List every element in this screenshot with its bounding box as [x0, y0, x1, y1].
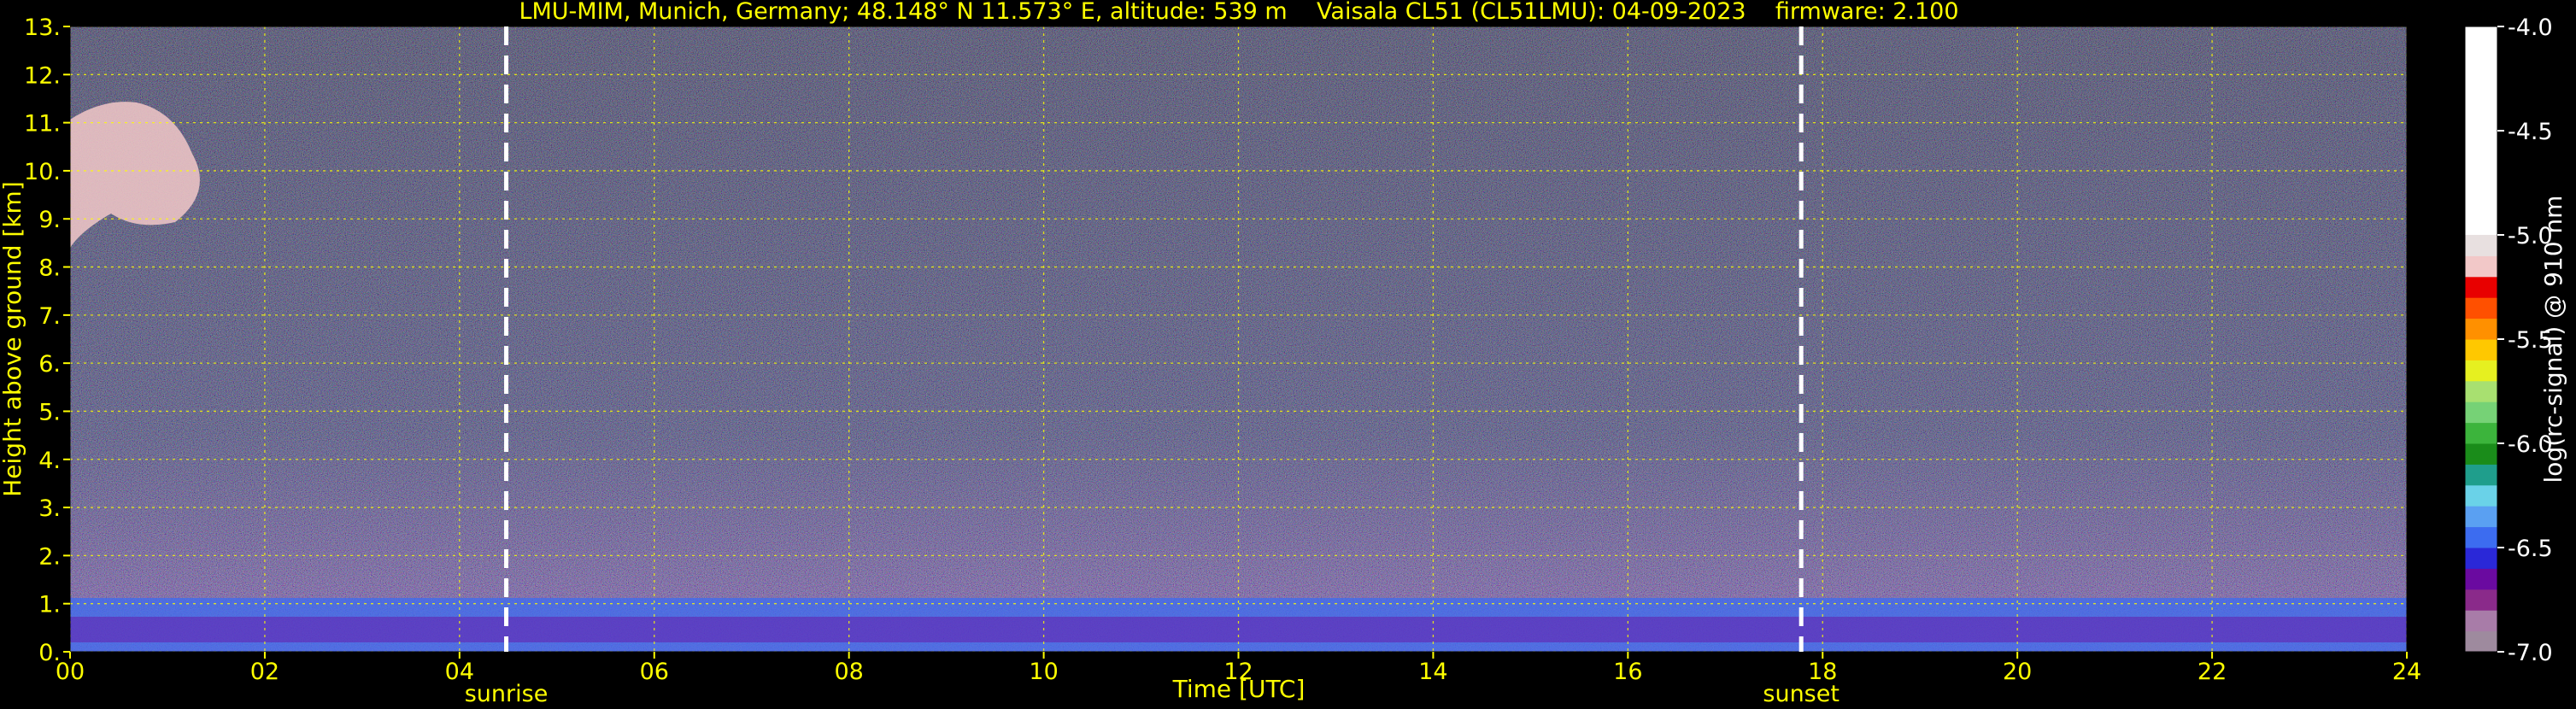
- chart-title: LMU-MIM, Munich, Germany; 48.148° N 11.5…: [519, 0, 1958, 25]
- colorbar-segment: [2465, 422, 2497, 444]
- x-tick-label: 02: [250, 659, 279, 685]
- colorbar-segment: [2465, 589, 2497, 611]
- x-tick-label: 24: [2392, 659, 2421, 685]
- colorbar-segment: [2465, 235, 2497, 256]
- colorbar-segment: [2465, 610, 2497, 632]
- colorbar-segment: [2465, 26, 2497, 235]
- colorbar-segment: [2465, 443, 2497, 465]
- y-tick-label: 10.: [24, 159, 61, 185]
- colorbar-segment: [2465, 339, 2497, 360]
- y-tick-label: 4.: [38, 448, 61, 474]
- colorbar-tick-label: -4.5: [2508, 119, 2553, 145]
- colorbar-segment: [2465, 568, 2497, 590]
- colorbar-tick-label: -7.0: [2508, 640, 2553, 666]
- plot-area: [70, 26, 2407, 652]
- y-tick-label: 9.: [38, 207, 61, 233]
- x-tick-label: 10: [1029, 659, 1058, 685]
- ceilometer-figure: sunrise sunset 00 02 04 06 08 10 12 14 16 18 20 22 24…: [0, 0, 2576, 707]
- y-tick-label: 2.: [38, 543, 61, 570]
- colorbar-segment: [2465, 401, 2497, 424]
- x-tick-label: 18: [1808, 659, 1837, 685]
- y-axis-ticks: 0. 1. 2. 3. 4. 5. 6. 7. 8. 9. 10. 11. 12. 13.: [24, 15, 70, 666]
- x-tick-label: 20: [2003, 659, 2032, 685]
- ceilometer-chart: sunrise sunset 00 02 04 06 08 10 12 14 16 18 20 22 24…: [0, 0, 2567, 707]
- y-tick-label: 1.: [38, 592, 61, 618]
- colorbar-segment: [2465, 276, 2497, 298]
- colorbar-segment: [2465, 630, 2497, 653]
- colorbar-tick-label: -4.0: [2508, 15, 2553, 41]
- colorbar-label: log(rc-signal) @ 910 nm: [2539, 196, 2567, 483]
- colorbar-segment: [2465, 464, 2497, 486]
- x-tick-label: 06: [640, 659, 669, 685]
- colorbar-segment: [2465, 380, 2497, 402]
- y-tick-label: 3.: [38, 495, 61, 522]
- colorbar-tick-label: -6.5: [2508, 536, 2553, 562]
- colorbar-segment: [2465, 484, 2497, 507]
- x-tick-label: 08: [834, 659, 863, 685]
- y-axis-label: Height above ground [km]: [0, 181, 26, 497]
- x-tick-label: 16: [1613, 659, 1642, 685]
- y-tick-label: 7.: [38, 303, 61, 330]
- y-tick-label: 12.: [24, 62, 61, 89]
- y-tick-label: 8.: [38, 255, 61, 282]
- colorbar-segment: [2465, 318, 2497, 340]
- x-tick-label: 04: [445, 659, 474, 685]
- colorbar-segment: [2465, 548, 2497, 569]
- colorbar: -4.0-4.5-5.0-5.5-6.0-6.5-7.0 log(rc-sign…: [2464, 15, 2567, 666]
- colorbar-segment: [2465, 360, 2497, 382]
- y-tick-label: 11.: [24, 111, 61, 138]
- colorbar-segments: [2465, 26, 2497, 653]
- x-tick-label: 14: [1418, 659, 1447, 685]
- noise-texture: [70, 26, 2407, 652]
- y-tick-label: 13.: [24, 15, 61, 41]
- colorbar-segment: [2465, 526, 2497, 548]
- y-tick-label: 5.: [38, 399, 61, 425]
- y-tick-label: 6.: [38, 351, 61, 378]
- sunrise-label: sunrise: [465, 681, 549, 706]
- colorbar-segment: [2465, 506, 2497, 528]
- colorbar-segment: [2465, 255, 2497, 278]
- colorbar-segment: [2465, 297, 2497, 319]
- x-tick-label: 22: [2198, 659, 2227, 685]
- x-axis-label: Time [UTC]: [1172, 675, 1306, 703]
- y-tick-label: 0.: [38, 640, 61, 666]
